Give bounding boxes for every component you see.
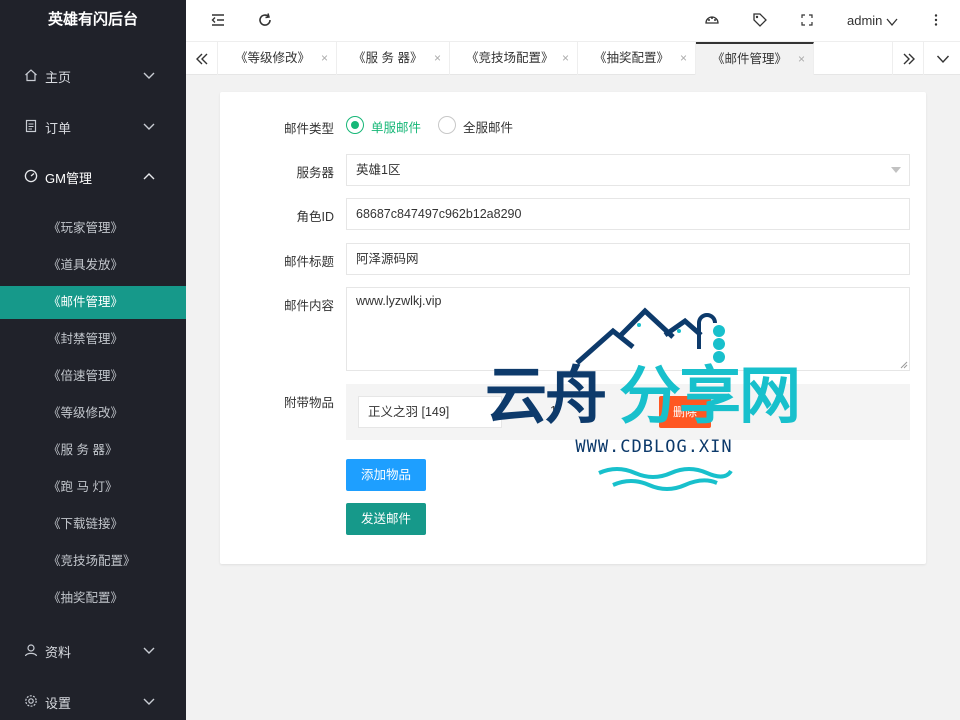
sidebar-item-arena-config[interactable]: 《竞技场配置》 <box>0 545 186 578</box>
user-menu[interactable]: admin <box>847 13 898 28</box>
server-label: 服务器 <box>296 166 334 180</box>
mail-content-text: www.lyzwlkj.vip <box>356 294 442 308</box>
tab-label: 《抽奖配置》 <box>594 51 670 65</box>
mail-title-field[interactable]: 阿泽源码网 <box>346 243 910 275</box>
sidebar-item-speed-management[interactable]: 《倍速管理》 <box>0 360 186 393</box>
tabs-menu[interactable] <box>926 42 960 75</box>
sidebar-item-marquee[interactable]: 《跑 马 灯》 <box>0 471 186 504</box>
resize-handle-icon[interactable] <box>900 361 908 369</box>
tab-close-icon[interactable]: × <box>562 42 569 75</box>
mail-type-label: 邮件类型 <box>283 122 334 136</box>
sidebar-item-level-edit[interactable]: 《等级修改》 <box>0 397 186 430</box>
watermark: 云舟 分享网 WWW.CDBLOG.XIN <box>485 305 825 495</box>
chevron-up-icon <box>143 173 155 180</box>
radio-circle <box>346 116 364 134</box>
tab-close-icon[interactable]: × <box>798 44 805 75</box>
radio-circle <box>438 116 456 134</box>
tabs-bar: 《等级修改》 × 《服 务 器》 × 《竞技场配置》 × 《抽奖配置》 × 《邮… <box>186 42 960 75</box>
fullscreen-icon[interactable] <box>799 12 815 28</box>
sidebar-group-profile[interactable]: 资料 <box>0 631 186 671</box>
tab-level-edit[interactable]: 《等级修改》 × <box>219 42 337 75</box>
gauge-icon <box>24 169 38 183</box>
app-title: 英雄有闪后台 <box>47 11 138 28</box>
home-icon <box>25 69 37 82</box>
send-mail-button[interactable]: 发送邮件 <box>346 503 427 535</box>
attachments-label: 附带物品 <box>283 396 334 410</box>
order-icon <box>25 119 37 133</box>
radio-label: 全服邮件 <box>463 121 514 135</box>
chevron-down-icon <box>143 647 155 654</box>
waves-icon <box>598 467 733 491</box>
refresh-icon[interactable] <box>257 12 273 28</box>
tab-lottery-config[interactable]: 《抽奖配置》 × <box>578 42 696 75</box>
theme-icon[interactable] <box>704 12 720 28</box>
double-chevron-right-icon <box>903 53 915 65</box>
tab-arena-config[interactable]: 《竞技场配置》 × <box>450 42 578 75</box>
sidebar-item-server[interactable]: 《服 务 器》 <box>0 434 186 467</box>
chevron-down-icon <box>143 698 155 705</box>
sidebar-group-home[interactable]: 主页 <box>0 56 186 96</box>
sidebar-group-label: 订单 <box>45 121 72 136</box>
tab-mail-management[interactable]: 《邮件管理》 × <box>696 42 814 75</box>
sidebar-item-player-management[interactable]: 《玩家管理》 <box>0 212 186 245</box>
chevron-down-icon <box>936 55 950 64</box>
sidebar-group-label: 设置 <box>45 696 72 711</box>
double-chevron-left-icon <box>196 53 208 65</box>
sidebar-group-orders[interactable]: 订单 <box>0 107 186 147</box>
chevron-down-icon <box>143 72 155 79</box>
watermark-url: WWW.CDBLOG.XIN <box>575 437 733 457</box>
collapse-menu-icon[interactable] <box>210 12 226 28</box>
tab-label: 《服 务 器》 <box>353 51 423 65</box>
caret-down-icon <box>891 167 901 173</box>
tab-label: 《竞技场配置》 <box>466 51 554 65</box>
sidebar-item-ban-management[interactable]: 《封禁管理》 <box>0 323 186 356</box>
sidebar-item-mail-management[interactable]: 《邮件管理》 <box>0 286 186 319</box>
tab-label: 《邮件管理》 <box>712 52 788 66</box>
sidebar-item-lottery-config[interactable]: 《抽奖配置》 <box>0 582 186 615</box>
sidebar-item-item-issue[interactable]: 《道具发放》 <box>0 249 186 282</box>
tab-close-icon[interactable]: × <box>434 42 441 75</box>
sidebar-item-download-link[interactable]: 《下载链接》 <box>0 508 186 541</box>
item-name-field[interactable]: 正义之羽 [149] <box>358 396 502 428</box>
server-select-value: 英雄1区 <box>356 163 401 177</box>
role-id-label: 角色ID <box>296 210 334 224</box>
sidebar-group-label: GM管理 <box>45 171 92 186</box>
mail-content-label: 邮件内容 <box>283 299 334 313</box>
role-id-field[interactable]: 68687c847497c962b12a8290 <box>346 198 910 230</box>
sidebar-group-settings[interactable]: 设置 <box>0 682 186 720</box>
user-icon <box>24 644 38 657</box>
watermark-text-left: 云舟 <box>485 359 607 432</box>
tab-label: 《等级修改》 <box>235 51 311 65</box>
sidebar-group-label: 资料 <box>45 645 72 660</box>
tabs-scroll-right[interactable] <box>892 42 924 75</box>
sidebar: 英雄有闪后台 主页 订单 GM管理 《玩家管理》 《道具发放》 《邮件管理》 《… <box>0 0 186 720</box>
tabs-scroll-left[interactable] <box>186 42 218 75</box>
gear-icon <box>25 695 37 707</box>
top-bar: admin <box>186 0 960 42</box>
mail-title-label: 邮件标题 <box>283 255 334 269</box>
tag-icon[interactable] <box>752 12 768 28</box>
more-icon[interactable] <box>928 12 944 28</box>
chevron-down-icon <box>143 123 155 130</box>
tab-server[interactable]: 《服 务 器》 × <box>337 42 450 75</box>
sidebar-group-label: 主页 <box>45 70 72 85</box>
sidebar-group-gm[interactable]: GM管理 <box>0 157 186 197</box>
add-item-button[interactable]: 添加物品 <box>346 459 427 491</box>
watermark-text-right: 分享网 <box>619 359 801 432</box>
tab-close-icon[interactable]: × <box>680 42 687 75</box>
house-logo-icon <box>575 307 725 365</box>
user-name: admin <box>847 13 883 28</box>
server-select[interactable]: 英雄1区 <box>346 154 910 186</box>
chevron-down-icon <box>886 18 898 26</box>
radio-label: 单服邮件 <box>371 121 422 135</box>
tab-close-icon[interactable]: × <box>321 42 328 75</box>
